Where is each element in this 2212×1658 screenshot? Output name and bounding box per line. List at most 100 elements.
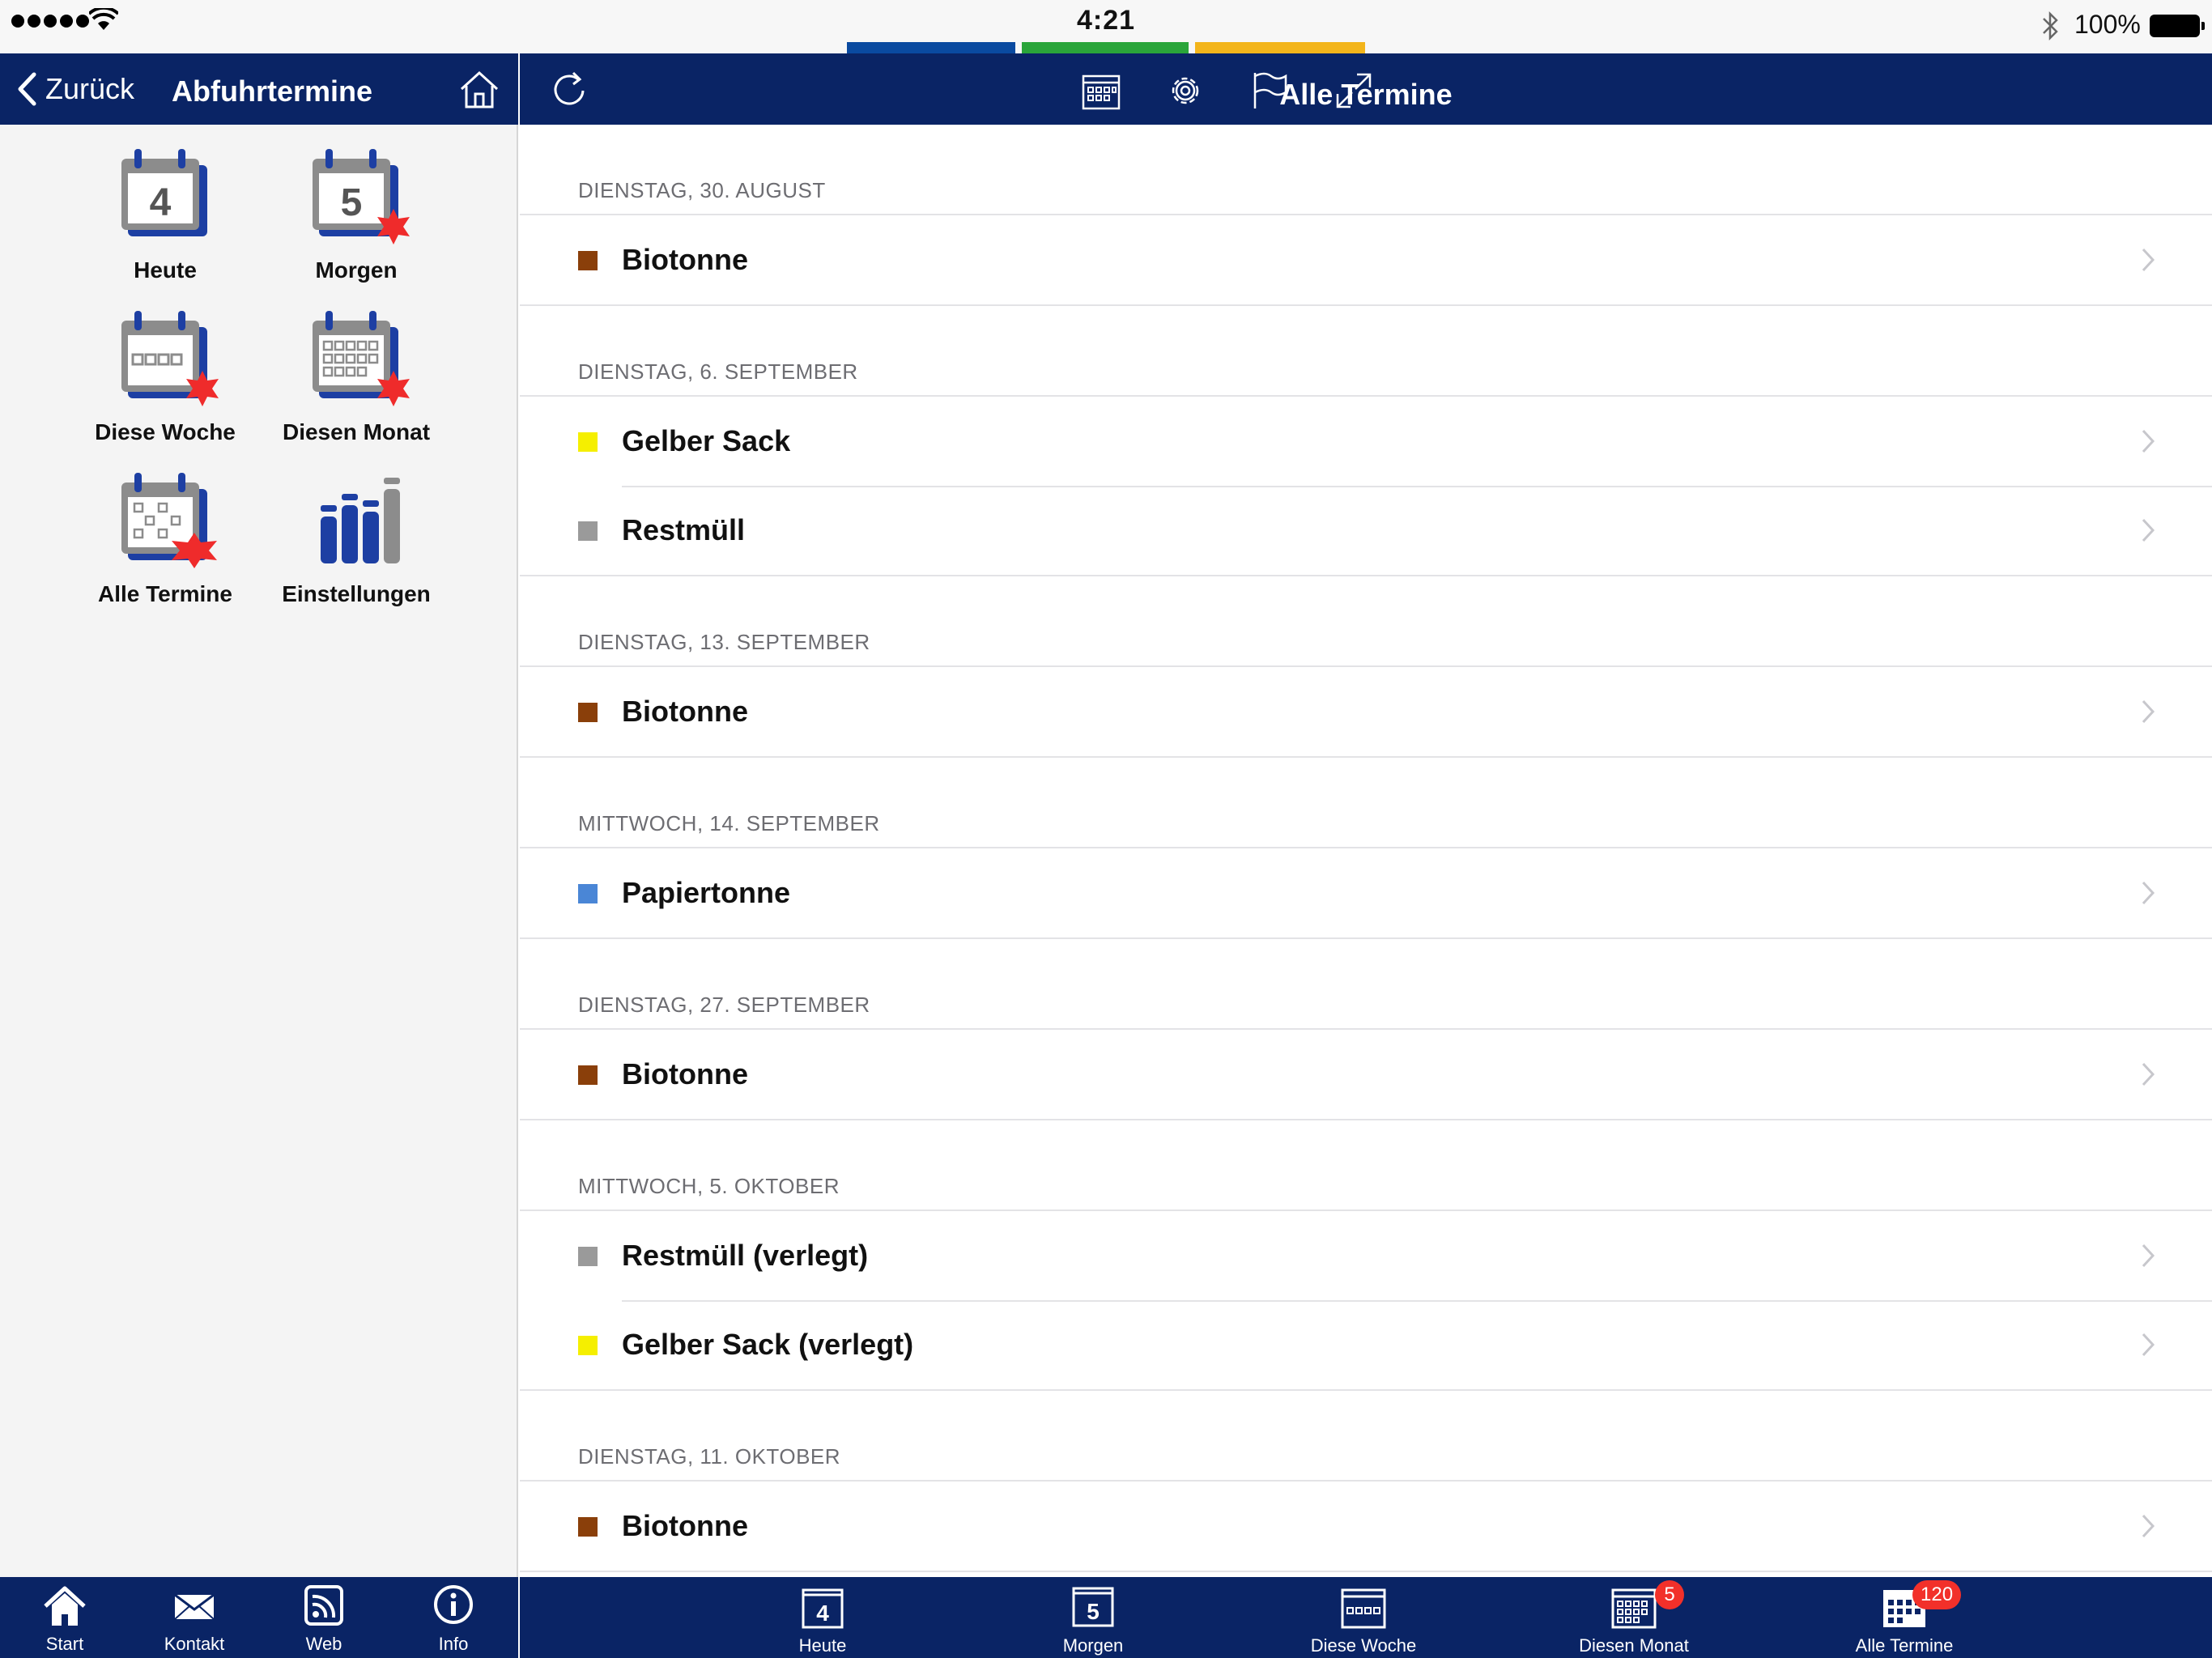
- battery-percent: 100%: [2074, 10, 2141, 39]
- color-strip-blue: [847, 42, 1015, 53]
- list-item-label: Biotonne: [622, 695, 748, 728]
- waste-color-swatch: [578, 1517, 598, 1537]
- calendar-day-icon: 5: [1072, 1587, 1114, 1627]
- tile-morgen[interactable]: 5 Morgen: [261, 125, 452, 283]
- tab-start[interactable]: Start: [0, 1577, 130, 1658]
- chevron-left-icon: [18, 72, 36, 106]
- home-icon[interactable]: [458, 70, 500, 110]
- tab-heute[interactable]: 4 Heute: [709, 1577, 936, 1658]
- expand-icon[interactable]: [1333, 70, 1375, 112]
- section-body: Restmüll (verlegt) Gelber Sack (verlegt): [520, 1209, 2212, 1391]
- left-tab-bar: Start Kontakt Web Info: [0, 1577, 518, 1658]
- calendar-month-icon: [1611, 1588, 1657, 1629]
- mail-icon: [174, 1593, 215, 1620]
- date-section: DIENSTAG, 27. SEPTEMBER Biotonne: [520, 939, 2212, 1120]
- list-item[interactable]: Papiertonne: [520, 848, 2212, 937]
- appointment-list[interactable]: DIENSTAG, 30. AUGUST Biotonne DIENSTAG, 6.…: [520, 125, 2212, 1577]
- tile-alle-termine[interactable]: Alle Termine: [70, 449, 261, 606]
- tile-heute[interactable]: 4 Heute: [70, 125, 261, 283]
- info-icon: [434, 1585, 473, 1624]
- back-button[interactable]: Zurück: [16, 70, 134, 108]
- section-date-header: DIENSTAG, 13. SEPTEMBER: [578, 630, 870, 654]
- left-panel-title: Abfuhrtermine: [172, 74, 373, 108]
- tile-heute-day: 4: [150, 181, 172, 224]
- tile-diese-woche[interactable]: Diese Woche: [70, 287, 261, 444]
- tab-alle-termine-label: Alle Termine: [1855, 1635, 1954, 1656]
- waste-color-swatch: [578, 1247, 598, 1266]
- chevron-right-icon: [2142, 429, 2155, 453]
- tab-start-label: Start: [45, 1634, 84, 1654]
- waste-color-swatch: [578, 1065, 598, 1085]
- rss-icon: [304, 1585, 343, 1626]
- gear-icon[interactable]: [1164, 70, 1206, 112]
- menu-panel: 4 Heute 5 Morgen Diese Woche Diesen Mona…: [0, 125, 518, 1577]
- tab-diesen-monat-label: Diesen Monat: [1579, 1635, 1689, 1656]
- tile-diesen-monat[interactable]: Diesen Monat: [261, 287, 452, 444]
- tab-kontakt[interactable]: Kontakt: [130, 1577, 259, 1658]
- chevron-right-icon: [2142, 1333, 2155, 1357]
- tab-info[interactable]: Info: [389, 1577, 518, 1658]
- section-date-header: MITTWOCH, 14. SEPTEMBER: [578, 811, 880, 835]
- tile-einstellungen-label: Einstellungen: [282, 581, 431, 606]
- chevron-right-icon: [2142, 1062, 2155, 1086]
- tab-alle-termine-badge: 120: [1912, 1580, 1962, 1609]
- status-bar: 4:21 100%: [0, 0, 2212, 53]
- date-section: MITTWOCH, 5. OKTOBER Restmüll (verlegt) Ge…: [520, 1120, 2212, 1391]
- tab-diesen-monat-badge: 5: [1655, 1580, 1684, 1609]
- battery-icon: [2150, 15, 2205, 37]
- section-date-header: MITTWOCH, 5. OKTOBER: [578, 1174, 840, 1198]
- bluetooth-icon: [2043, 11, 2058, 41]
- calendar-day-icon: 5: [313, 149, 410, 244]
- tile-morgen-day: 5: [341, 181, 363, 224]
- tab-morgen-label: Morgen: [1062, 1635, 1124, 1656]
- flag-icon[interactable]: [1249, 70, 1291, 112]
- tab-web[interactable]: Web: [259, 1577, 389, 1658]
- list-item-label: Biotonne: [622, 1509, 748, 1542]
- tab-heute-day: 4: [816, 1601, 829, 1626]
- section-date-header: DIENSTAG, 30. AUGUST: [578, 178, 826, 202]
- section-date-header: DIENSTAG, 27. SEPTEMBER: [578, 993, 870, 1017]
- section-body: Biotonne: [520, 214, 2212, 306]
- tab-web-label: Web: [305, 1634, 342, 1654]
- chevron-right-icon: [2142, 1514, 2155, 1538]
- waste-color-swatch: [578, 521, 598, 541]
- list-item-label: Papiertonne: [622, 876, 791, 909]
- list-item[interactable]: Gelber Sack (verlegt): [520, 1300, 2212, 1389]
- waste-color-swatch: [578, 432, 598, 452]
- tab-morgen[interactable]: 5 Morgen: [980, 1577, 1206, 1658]
- clock: 4:21: [1076, 5, 1136, 36]
- tab-diese-woche[interactable]: Diese Woche: [1250, 1577, 1477, 1658]
- list-item[interactable]: Biotonne: [520, 667, 2212, 756]
- section-body: Biotonne: [520, 1480, 2212, 1572]
- chevron-right-icon: [2142, 518, 2155, 542]
- chevron-right-icon: [2142, 881, 2155, 905]
- tile-alle-termine-label: Alle Termine: [98, 581, 232, 606]
- list-item[interactable]: Biotonne: [520, 1030, 2212, 1119]
- tab-diesen-monat[interactable]: 5 Diesen Monat: [1521, 1577, 1747, 1658]
- list-item-label: Restmüll (verlegt): [622, 1239, 869, 1272]
- list-item[interactable]: Restmüll: [520, 486, 2212, 575]
- section-body: Papiertonne: [520, 847, 2212, 939]
- list-item-label: Gelber Sack (verlegt): [622, 1328, 914, 1361]
- date-section: MITTWOCH, 14. SEPTEMBER Papiertonne: [520, 758, 2212, 939]
- right-tab-bar: 4 Heute 5 Morgen Diese Woche 5 Diesen Mo…: [520, 1577, 2212, 1658]
- right-navigation-bar: Alle Termine: [520, 53, 2212, 125]
- date-section: DIENSTAG, 13. SEPTEMBER Biotonne: [520, 576, 2212, 758]
- calendar-month-icon: [313, 311, 410, 406]
- list-item[interactable]: Biotonne: [520, 1482, 2212, 1571]
- section-date-header: DIENSTAG, 6. SEPTEMBER: [578, 359, 858, 384]
- list-item[interactable]: Biotonne: [520, 215, 2212, 304]
- tab-alle-termine[interactable]: 120 Alle Termine: [1791, 1577, 2018, 1658]
- date-section: DIENSTAG, 30. AUGUST Biotonne: [520, 125, 2212, 306]
- section-body: Biotonne: [520, 665, 2212, 758]
- calendar-day-icon: 4: [802, 1588, 844, 1629]
- tile-einstellungen[interactable]: Einstellungen: [261, 449, 452, 606]
- list-item-label: Restmüll: [622, 513, 746, 546]
- calendar-grid-icon[interactable]: [1080, 70, 1122, 112]
- chevron-right-icon: [2142, 1244, 2155, 1268]
- section-date-header: DIENSTAG, 11. OKTOBER: [578, 1444, 841, 1469]
- tile-diesen-monat-label: Diesen Monat: [282, 419, 431, 444]
- list-item[interactable]: Restmüll (verlegt): [520, 1211, 2212, 1300]
- chevron-right-icon: [2142, 248, 2155, 272]
- list-item[interactable]: Gelber Sack: [520, 397, 2212, 486]
